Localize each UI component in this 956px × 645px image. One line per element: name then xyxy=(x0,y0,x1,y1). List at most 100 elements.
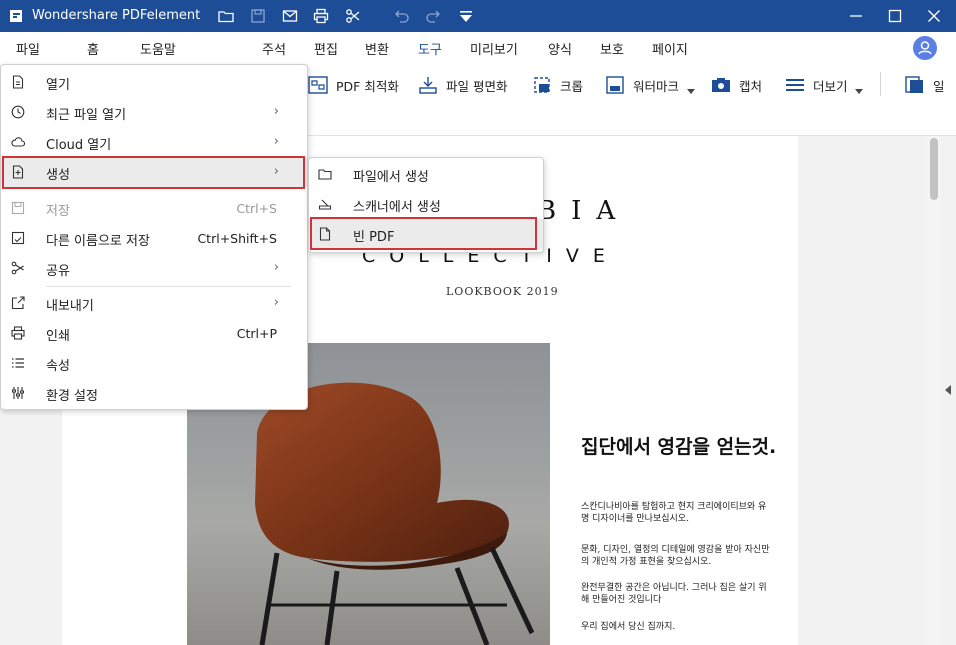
optimize-icon xyxy=(308,76,328,94)
submenu-item-label: 파일에서 생성 xyxy=(353,170,429,185)
maximize-icon[interactable] xyxy=(887,8,903,24)
tab-tools[interactable]: 도구 xyxy=(418,39,442,58)
tab-form[interactable]: 양식 xyxy=(548,39,572,58)
menu-item-export[interactable]: 내보내기 › xyxy=(1,288,307,318)
tab-file[interactable]: 파일 xyxy=(16,39,40,58)
menu-item-properties[interactable]: 속성 xyxy=(1,348,307,378)
submenu-item-from-file[interactable]: 파일에서 생성 xyxy=(309,159,543,189)
scrollbar-thumb[interactable] xyxy=(930,138,938,200)
truncated-tool-button[interactable]: 일 xyxy=(905,73,945,97)
menu-separator xyxy=(46,286,291,287)
document-paragraph: 완전무결한 공간은 아닙니다. 그러나 집은 살기 위해 만들어진 것입니다 xyxy=(581,583,767,605)
app-title: Wondershare PDFelement xyxy=(32,8,201,23)
document-paragraph: 문화, 디자인, 열정의 디테일에 영감을 받아 자신만의 개인적 가정 표현을… xyxy=(581,545,770,567)
menu-item-recent[interactable]: 최근 파일 열기 › xyxy=(1,97,307,127)
crop-button[interactable]: 크롭 xyxy=(532,73,583,97)
menu-item-label: 인쇄 xyxy=(46,329,70,344)
redo-icon[interactable] xyxy=(425,8,441,24)
chevron-right-icon: › xyxy=(273,260,279,275)
menu-item-label: 속성 xyxy=(46,359,70,374)
mail-icon[interactable] xyxy=(282,8,298,24)
clock-icon xyxy=(11,105,25,119)
menu-item-label: Cloud 열기 xyxy=(46,138,112,153)
document-paragraph: 스칸디나비아를 탐험하고 현지 크리에이티브와 유명 디자이너를 만나보십시오. xyxy=(581,502,767,524)
create-highlight-box xyxy=(2,156,305,189)
file-menu: 열기 최근 파일 열기 › Cloud 열기 › 생성 › 저장 Ctrl+S … xyxy=(0,64,308,410)
tab-view[interactable]: 미리보기 xyxy=(470,39,518,58)
menu-item-shortcut: Ctrl+P xyxy=(236,326,277,341)
undo-icon[interactable] xyxy=(394,8,410,24)
menu-item-cloud-open[interactable]: Cloud 열기 › xyxy=(1,127,307,157)
tab-protect[interactable]: 보호 xyxy=(600,39,624,58)
menu-item-label: 환경 설정 xyxy=(46,389,98,404)
pdf-optimize-label: PDF 최적화 xyxy=(336,78,399,94)
panel-expand-arrow-icon[interactable] xyxy=(945,385,951,395)
close-icon[interactable] xyxy=(926,8,942,24)
capture-button[interactable]: 캡처 xyxy=(711,73,762,97)
menu-item-save-as[interactable]: 다른 이름으로 저장 Ctrl+Shift+S xyxy=(1,223,307,253)
document-headline: 집단에서 영감을 얻는것. xyxy=(581,436,777,458)
camera-icon xyxy=(712,78,730,92)
app-logo-icon xyxy=(10,10,22,22)
chevron-right-icon: › xyxy=(273,104,279,119)
tab-convert[interactable]: 변환 xyxy=(365,39,389,58)
menu-item-print[interactable]: 인쇄 Ctrl+P xyxy=(1,318,307,348)
menu-item-preferences[interactable]: 환경 설정 xyxy=(1,378,307,408)
more-dropdown-icon[interactable] xyxy=(855,89,863,94)
menu-item-shortcut: Ctrl+Shift+S xyxy=(197,231,277,246)
menu-item-open[interactable]: 열기 xyxy=(1,67,307,97)
flatten-icon xyxy=(419,77,437,94)
preferences-icon xyxy=(12,387,24,399)
scissors-icon[interactable] xyxy=(345,8,361,24)
menu-item-shortcut: Ctrl+S xyxy=(236,201,277,216)
capture-label: 캡처 xyxy=(739,78,763,94)
menu-item-share[interactable]: 공유 › xyxy=(1,253,307,283)
folder-icon xyxy=(318,169,332,180)
title-bar: Wondershare PDFelement xyxy=(0,0,956,32)
watermark-button[interactable]: 워터마크 xyxy=(605,73,695,97)
save-icon xyxy=(11,201,25,215)
flatten-label: 파일 평면화 xyxy=(446,78,508,94)
document-paragraph: 우리 집에서 당신 집까지. xyxy=(581,622,676,632)
brand-title-line1: BIA xyxy=(537,196,631,226)
tab-page[interactable]: 페이지 xyxy=(652,39,688,58)
tab-home[interactable]: 홈 xyxy=(87,39,99,58)
minimize-icon[interactable] xyxy=(848,8,864,24)
menu-item-save[interactable]: 저장 Ctrl+S xyxy=(1,193,307,223)
more-label: 더보기 xyxy=(813,78,848,94)
submenu-item-from-scanner[interactable]: 스캐너에서 생성 xyxy=(309,189,543,219)
tab-comment[interactable]: 주석 xyxy=(262,39,286,58)
pages-icon xyxy=(905,76,923,93)
quick-access-dropdown-icon[interactable] xyxy=(458,8,474,24)
open-file-icon xyxy=(12,75,24,89)
account-avatar[interactable] xyxy=(913,36,937,60)
chevron-right-icon: › xyxy=(273,295,279,310)
open-folder-icon[interactable] xyxy=(218,8,234,24)
chevron-right-icon: › xyxy=(273,134,279,149)
menu-bar: 파일 홈 도움말 주석 편집 변환 도구 미리보기 양식 보호 페이지 xyxy=(0,32,956,64)
tab-help[interactable]: 도움말 xyxy=(140,39,176,58)
print-icon xyxy=(11,326,25,340)
toolbar-separator xyxy=(880,72,881,96)
export-icon xyxy=(11,296,25,310)
menu-item-label: 저장 xyxy=(46,204,70,219)
scanner-icon xyxy=(318,199,332,210)
flatten-button[interactable]: 파일 평면화 xyxy=(418,73,507,97)
pdf-optimize-button[interactable]: PDF 최적화 xyxy=(308,73,399,97)
properties-icon xyxy=(12,358,24,368)
save-icon[interactable] xyxy=(250,8,266,24)
watermark-label: 워터마크 xyxy=(633,78,680,94)
user-icon xyxy=(918,41,932,55)
more-button[interactable]: 더보기 xyxy=(785,73,863,97)
brand-subtitle: LOOKBOOK 2019 xyxy=(446,285,559,298)
print-icon[interactable] xyxy=(313,8,329,24)
cloud-icon xyxy=(11,137,25,147)
blank-pdf-highlight-box xyxy=(310,217,537,250)
watermark-dropdown-icon[interactable] xyxy=(687,89,695,94)
menu-item-label: 열기 xyxy=(46,78,70,93)
vertical-scrollbar[interactable] xyxy=(927,136,941,645)
crop-label: 크롭 xyxy=(560,78,584,94)
tab-edit[interactable]: 편집 xyxy=(314,39,338,58)
save-as-icon xyxy=(11,231,25,245)
menu-item-label: 공유 xyxy=(46,264,70,279)
